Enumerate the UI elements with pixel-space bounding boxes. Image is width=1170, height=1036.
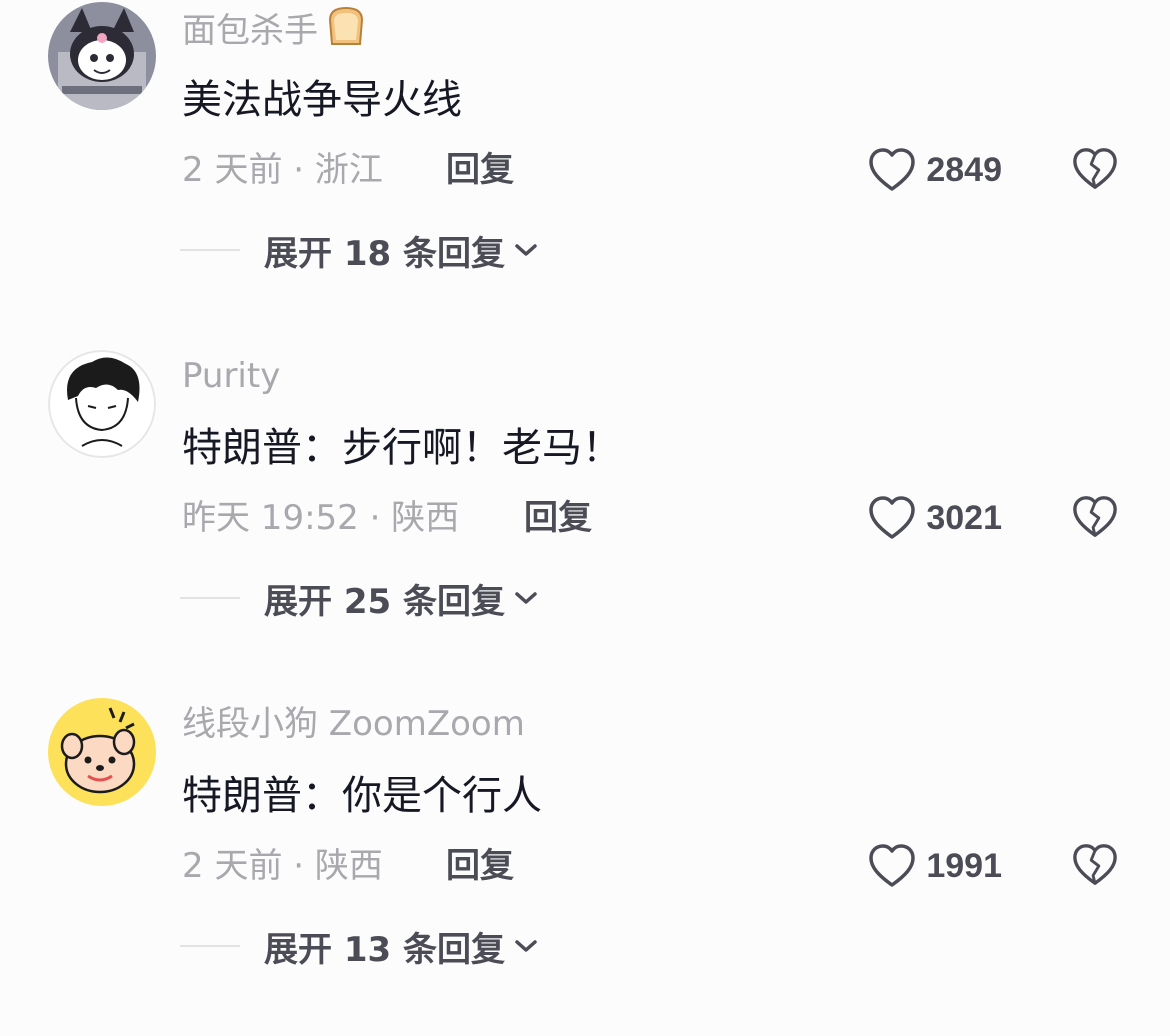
comment-text: 特朗普：步行啊！老马！ [182,425,622,471]
chevron-down-icon [515,940,537,952]
username[interactable]: 线段小狗 ZoomZoom [182,700,525,748]
broken-heart-icon [1073,496,1117,537]
divider-line [180,597,240,599]
comment-meta: 2 天前 · 陕西 [182,846,383,886]
broken-heart-icon [1073,844,1117,885]
comment-item: Purity 特朗普：步行啊！老马！ 昨天 19:52 · 陕西 回复 3021… [0,348,1170,688]
dislike-button[interactable] [1072,842,1118,888]
reply-button[interactable]: 回复 [446,842,514,890]
comment-item: 面包杀手 美法战争导火线 2 天前 · 浙江 回复 2849 展开 18 条回复 [0,0,1170,340]
heart-icon [869,148,916,191]
avatar-image [48,2,156,110]
heart-icon [869,844,916,887]
bread-icon [324,4,368,61]
username[interactable]: 面包杀手 [182,4,368,61]
username-text: 面包杀手 [182,11,318,51]
dislike-button[interactable] [1072,146,1118,192]
like-count: 2849 [926,150,1002,189]
dislike-button[interactable] [1072,494,1118,540]
chevron-down-icon [515,244,537,256]
like-button[interactable]: 1991 [868,838,1002,894]
comment-meta: 2 天前 · 浙江 [182,150,383,190]
comment-text: 美法战争导火线 [182,77,462,123]
expand-replies-label: 展开 13 条回复 [264,929,505,970]
divider-line [180,945,240,947]
avatar-image [48,698,156,806]
expand-replies[interactable]: 展开 13 条回复 [180,922,539,970]
expand-replies-label: 展开 25 条回复 [264,581,505,622]
expand-replies[interactable]: 展开 25 条回复 [180,574,539,622]
divider-line [180,249,240,251]
comment-meta: 昨天 19:52 · 陕西 [182,498,460,538]
reply-button[interactable]: 回复 [446,146,514,194]
chevron-down-icon [515,592,537,604]
comment-text: 特朗普：你是个行人 [182,773,542,819]
avatar[interactable] [48,2,156,110]
expand-replies[interactable]: 展开 18 条回复 [180,226,539,274]
avatar[interactable] [48,698,156,806]
expand-replies-label: 展开 18 条回复 [264,233,505,274]
comment-item: 线段小狗 ZoomZoom 特朗普：你是个行人 2 天前 · 陕西 回复 199… [0,696,1170,1036]
like-count: 1991 [926,846,1002,885]
broken-heart-icon [1073,148,1117,189]
like-button[interactable]: 2849 [868,142,1002,198]
avatar-image [48,350,156,458]
heart-icon [869,496,916,539]
like-button[interactable]: 3021 [868,490,1002,546]
username[interactable]: Purity [182,352,280,400]
like-count: 3021 [926,498,1002,537]
reply-button[interactable]: 回复 [524,494,592,542]
avatar[interactable] [48,350,156,458]
